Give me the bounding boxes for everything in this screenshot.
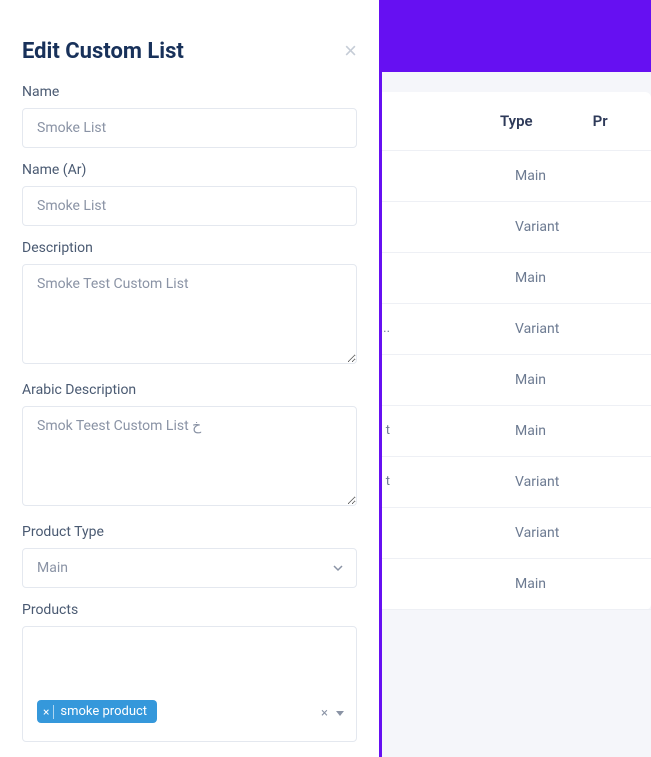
edit-custom-list-panel: Edit Custom List × Name Name (Ar) Descri… (0, 0, 382, 757)
product-type-select[interactable]: Main (22, 548, 357, 588)
label-products: Products (22, 602, 357, 618)
modal-header: Edit Custom List × (22, 0, 357, 84)
modal-title: Edit Custom List (22, 39, 184, 64)
row-type: Variant (515, 321, 559, 337)
row-type: Main (515, 168, 546, 184)
name-ar-input[interactable] (22, 186, 357, 226)
row-type: Main (515, 270, 546, 286)
column-header-type: Type (500, 112, 533, 130)
field-product-type: Product Type Main (22, 524, 357, 588)
multiselect-controls: × (321, 706, 344, 721)
field-name-ar: Name (Ar) (22, 162, 357, 226)
chip-remove-icon[interactable]: × (43, 705, 54, 719)
row-type: Variant (515, 219, 559, 235)
field-description: Description (22, 240, 357, 368)
close-icon[interactable]: × (344, 38, 357, 64)
row-type: Variant (515, 525, 559, 541)
product-chip: × smoke product (37, 700, 157, 723)
column-header-pr: Pr (593, 112, 608, 130)
field-products: Products × smoke product × (22, 602, 357, 742)
label-name-ar: Name (Ar) (22, 162, 357, 178)
description-textarea[interactable] (22, 264, 357, 364)
label-description-ar: Arabic Description (22, 382, 357, 398)
row-type: Main (515, 372, 546, 388)
chevron-down-icon[interactable] (336, 711, 344, 716)
name-input[interactable] (22, 108, 357, 148)
label-name: Name (22, 84, 357, 100)
label-product-type: Product Type (22, 524, 357, 540)
clear-all-icon[interactable]: × (321, 706, 328, 721)
row-type: Variant (515, 474, 559, 490)
label-description: Description (22, 240, 357, 256)
row-type: Main (515, 423, 546, 439)
field-name: Name (22, 84, 357, 148)
row-type: Main (515, 576, 546, 592)
chip-label: smoke product (60, 704, 147, 719)
field-description-ar: Arabic Description (22, 382, 357, 510)
products-multiselect[interactable]: × smoke product × (22, 626, 357, 742)
description-ar-textarea[interactable] (22, 406, 357, 506)
